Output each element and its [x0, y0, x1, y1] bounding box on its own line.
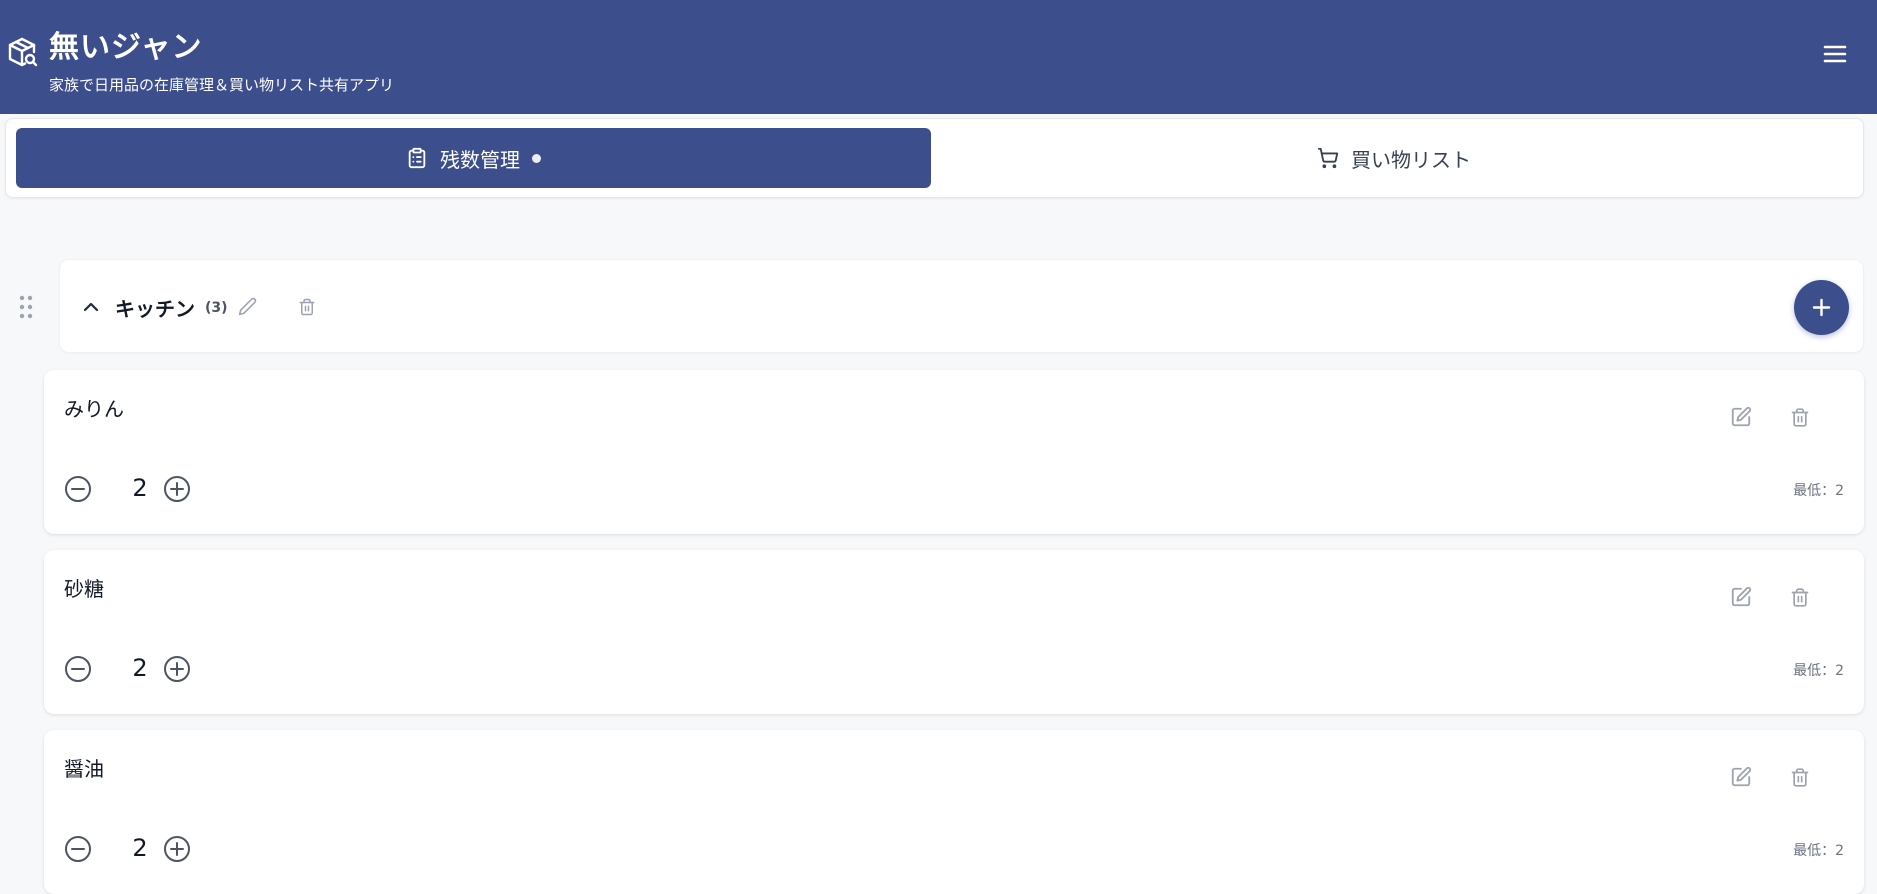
item-card: みりん 2 最低：2: [44, 370, 1864, 534]
category-name: キッチン: [115, 297, 195, 321]
category-count: (3): [205, 300, 228, 316]
tab-shopping-list[interactable]: 買い物リスト: [931, 128, 1857, 188]
app-subtitle: 家族で日用品の在庫管理＆買い物リスト共有アプリ: [49, 76, 395, 94]
minus-circle-icon[interactable]: [64, 835, 92, 863]
edit-icon[interactable]: [1730, 586, 1752, 608]
hamburger-menu-icon[interactable]: [1822, 42, 1848, 66]
minimum-quantity: 最低：2: [1793, 483, 1844, 499]
quantity-value: 2: [132, 834, 148, 862]
tab-bar: 残数管理 買い物リスト: [5, 118, 1864, 198]
trash-icon[interactable]: [1790, 766, 1810, 789]
quantity-value: 2: [132, 654, 148, 682]
plus-circle-icon[interactable]: [163, 655, 191, 683]
drag-handle-icon[interactable]: [18, 294, 34, 320]
chevron-up-icon[interactable]: [82, 298, 100, 316]
item-name: みりん: [64, 397, 124, 421]
edit-icon[interactable]: [1730, 406, 1752, 428]
category-header: キッチン (3): [59, 259, 1864, 353]
plus-circle-icon[interactable]: [163, 835, 191, 863]
trash-icon[interactable]: [298, 297, 316, 317]
active-indicator-dot: [532, 153, 541, 163]
minus-circle-icon[interactable]: [64, 655, 92, 683]
app-title: 無いジャン: [49, 30, 203, 65]
quantity-value: 2: [132, 474, 148, 502]
app-header: 無いジャン 家族で日用品の在庫管理＆買い物リスト共有アプリ: [0, 0, 1877, 114]
clipboard-list-icon: [408, 147, 426, 169]
minimum-quantity: 最低：2: [1793, 843, 1844, 859]
package-search-icon: [8, 37, 38, 67]
plus-circle-icon[interactable]: [163, 475, 191, 503]
trash-icon[interactable]: [1790, 586, 1810, 609]
minus-circle-icon[interactable]: [64, 475, 92, 503]
item-card: 砂糖 2 最低：2: [44, 550, 1864, 714]
tab-inventory[interactable]: 残数管理: [16, 128, 931, 188]
edit-icon[interactable]: [1730, 766, 1752, 788]
pencil-icon[interactable]: [238, 297, 257, 316]
tab-inventory-label: 残数管理: [440, 147, 520, 172]
tab-shopping-list-label: 買い物リスト: [1351, 147, 1471, 172]
trash-icon[interactable]: [1790, 406, 1810, 429]
shopping-cart-icon: [1317, 147, 1339, 169]
plus-icon: [1812, 298, 1831, 317]
item-name: 醤油: [64, 757, 104, 781]
item-name: 砂糖: [64, 577, 104, 601]
item-card: 醤油 2 最低：2: [44, 730, 1864, 894]
add-item-button[interactable]: [1794, 280, 1849, 335]
minimum-quantity: 最低：2: [1793, 663, 1844, 679]
